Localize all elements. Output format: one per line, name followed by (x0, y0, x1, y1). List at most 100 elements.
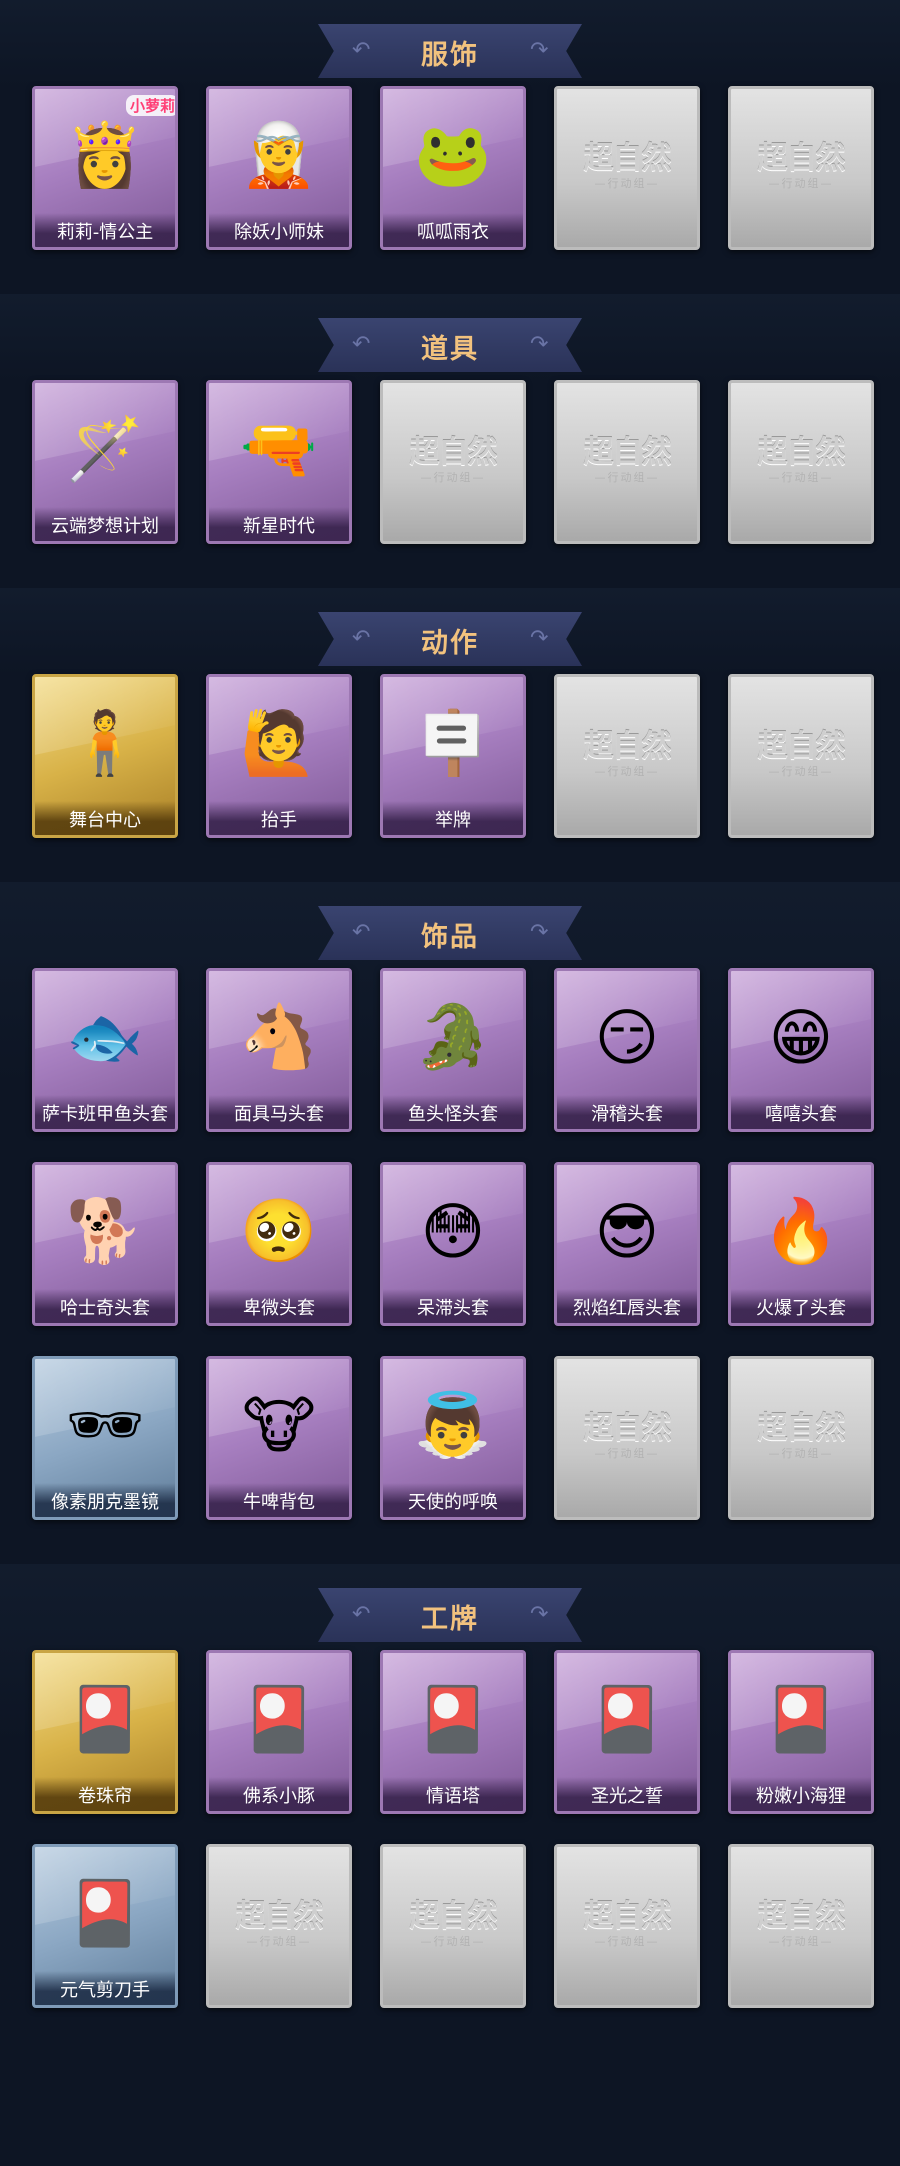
item-label: 佛系小豚 (209, 1777, 349, 1811)
section-0: ↶ ↶ 服饰 👸 莉莉-情公主 小萝莉 🧝 除妖小师妹 🐸 呱呱雨衣 超自然 —行动组— 超自然 —行动组… (0, 0, 900, 294)
section-3: ↶ ↶ 饰品 🐟 萨卡班甲鱼头套 🐴 面具马头套 🐊 鱼头怪头套 😏 滑稽头套 😁 嘻嘻头套 🐕 哈士奇头套… (0, 882, 900, 1564)
placeholder-watermark: 超自然 (583, 1899, 672, 1934)
item-label: 像素朋克墨镜 (35, 1483, 175, 1517)
item-card[interactable]: 🐊 鱼头怪头套 (380, 968, 526, 1132)
horse-mask-icon: 🐴 (240, 1000, 318, 1073)
placeholder-watermark-sub: —行动组— (420, 471, 486, 484)
placeholder-watermark-sub: —行动组— (768, 765, 834, 778)
placeholder-watermark-sub: —行动组— (594, 1447, 660, 1460)
empty-item-slot[interactable]: 超自然 —行动组— (554, 1844, 700, 2008)
placeholder-watermark-sub: —行动组— (768, 177, 834, 190)
item-label: 粉嫩小海狸 (731, 1777, 871, 1811)
placeholder-watermark-sub: —行动组— (420, 1935, 486, 1948)
item-card[interactable]: 🙋 抬手 (206, 674, 352, 838)
item-card[interactable]: 🎴 佛系小豚 (206, 1650, 352, 1814)
yellow-mask-icon: 😎 (594, 1194, 660, 1268)
item-card[interactable]: 🐴 面具马头套 (206, 968, 352, 1132)
section-title: 饰品 (421, 922, 479, 953)
revolver-icon: 🔫 (240, 412, 318, 485)
item-card[interactable]: 🎴 粉嫩小海狸 (728, 1650, 874, 1814)
item-card[interactable]: 😁 嘻嘻头套 (728, 968, 874, 1132)
empty-item-slot[interactable]: 超自然 —行动组— (728, 86, 874, 250)
item-card[interactable]: 🧍 舞台中心 (32, 674, 178, 838)
item-card[interactable]: 🥺 卑微头套 (206, 1162, 352, 1326)
placeholder-watermark-sub: —行动组— (246, 1935, 312, 1948)
cow-backpack-icon: 🐮 (242, 1388, 316, 1462)
funny-emoji-icon: 😏 (594, 1000, 660, 1074)
badge-card-icon: 🎴 (240, 1682, 318, 1755)
placeholder-watermark: 超自然 (757, 1899, 846, 1934)
section-banner: ↶ ↶ 饰品 (318, 906, 582, 960)
placeholder-watermark: 超自然 (757, 435, 846, 470)
section-title: 工牌 (421, 1604, 479, 1635)
item-card[interactable]: 🎴 情语塔 (380, 1650, 526, 1814)
item-label: 烈焰红唇头套 (557, 1289, 697, 1323)
section-title: 道具 (421, 334, 479, 365)
item-card[interactable]: 🐸 呱呱雨衣 (380, 86, 526, 250)
item-label: 莉莉-情公主 (35, 213, 175, 247)
placeholder-watermark-sub: —行动组— (768, 471, 834, 484)
placeholder-watermark: 超自然 (583, 1411, 672, 1446)
item-card[interactable]: 🎴 元气剪刀手 (32, 1844, 178, 2008)
empty-item-slot[interactable]: 超自然 —行动组— (554, 1356, 700, 1520)
item-label: 除妖小师妹 (209, 213, 349, 247)
empty-item-slot[interactable]: 超自然 —行动组— (380, 1844, 526, 2008)
section-banner: ↶ ↶ 服饰 (318, 24, 582, 78)
placeholder-watermark-sub: —行动组— (768, 1447, 834, 1460)
empty-item-slot[interactable]: 超自然 —行动组— (554, 86, 700, 250)
placeholder-watermark-sub: —行动组— (768, 1935, 834, 1948)
empty-item-slot[interactable]: 超自然 —行动组— (380, 380, 526, 544)
placeholder-watermark: 超自然 (583, 141, 672, 176)
grin-emoji-icon: 😁 (768, 1000, 834, 1074)
section-title: 服饰 (421, 40, 479, 71)
empty-item-slot[interactable]: 超自然 —行动组— (728, 1844, 874, 2008)
item-card[interactable]: 🎴 卷珠帘 (32, 1650, 178, 1814)
item-label: 举牌 (383, 801, 523, 835)
husky-mask-icon: 🐕 (66, 1194, 144, 1267)
item-label: 抬手 (209, 801, 349, 835)
item-label: 萨卡班甲鱼头套 (35, 1095, 175, 1129)
empty-item-slot[interactable]: 超自然 —行动组— (728, 380, 874, 544)
placeholder-watermark: 超自然 (583, 435, 672, 470)
item-card[interactable]: 🎴 圣光之誓 (554, 1650, 700, 1814)
item-label: 新星时代 (209, 507, 349, 541)
item-label: 火爆了头套 (731, 1289, 871, 1323)
fishman-mask-icon: 🐊 (414, 1000, 492, 1073)
item-card[interactable]: 😏 滑稽头套 (554, 968, 700, 1132)
item-card[interactable]: 👼 天使的呼唤 (380, 1356, 526, 1520)
badge-card-icon: 🎴 (414, 1682, 492, 1755)
empty-item-slot[interactable]: 超自然 —行动组— (728, 674, 874, 838)
placeholder-watermark: 超自然 (409, 435, 498, 470)
item-card[interactable]: 🪧 举牌 (380, 674, 526, 838)
item-card[interactable]: 🔥 火爆了头套 (728, 1162, 874, 1326)
item-card[interactable]: 🪄 云端梦想计划 (32, 380, 178, 544)
empty-item-slot[interactable]: 超自然 —行动组— (206, 1844, 352, 2008)
item-card[interactable]: 🕶 像素朋克墨镜 (32, 1356, 178, 1520)
item-card[interactable]: 🐕 哈士奇头套 (32, 1162, 178, 1326)
item-label: 呱呱雨衣 (383, 213, 523, 247)
badge-card-icon: 🎴 (66, 1876, 144, 1949)
empty-item-slot[interactable]: 超自然 —行动组— (554, 674, 700, 838)
item-card[interactable]: 🐟 萨卡班甲鱼头套 (32, 968, 178, 1132)
placeholder-watermark: 超自然 (409, 1899, 498, 1934)
item-card[interactable]: 😳 呆滞头套 (380, 1162, 526, 1326)
item-card[interactable]: 🔫 新星时代 (206, 380, 352, 544)
item-label: 牛啤背包 (209, 1483, 349, 1517)
stage-pose-icon: 🧍 (66, 706, 144, 779)
placeholder-watermark: 超自然 (757, 1411, 846, 1446)
placeholder-watermark-sub: —行动组— (594, 765, 660, 778)
fish-head-icon: 🐟 (66, 1000, 144, 1073)
humble-emoji-icon: 🥺 (240, 1194, 318, 1267)
item-card[interactable]: 👸 莉莉-情公主 小萝莉 (32, 86, 178, 250)
item-label: 情语塔 (383, 1777, 523, 1811)
item-label: 哈士奇头套 (35, 1289, 175, 1323)
item-card[interactable]: 🐮 牛啤背包 (206, 1356, 352, 1520)
empty-item-slot[interactable]: 超自然 —行动组— (728, 1356, 874, 1520)
empty-item-slot[interactable]: 超自然 —行动组— (554, 380, 700, 544)
princess-icon: 👸 (66, 118, 144, 191)
item-card[interactable]: 🧝 除妖小师妹 (206, 86, 352, 250)
item-card[interactable]: 😎 烈焰红唇头套 (554, 1162, 700, 1326)
badge-card-icon: 🎴 (66, 1682, 144, 1755)
item-label: 圣光之誓 (557, 1777, 697, 1811)
item-label: 卷珠帘 (35, 1777, 175, 1811)
